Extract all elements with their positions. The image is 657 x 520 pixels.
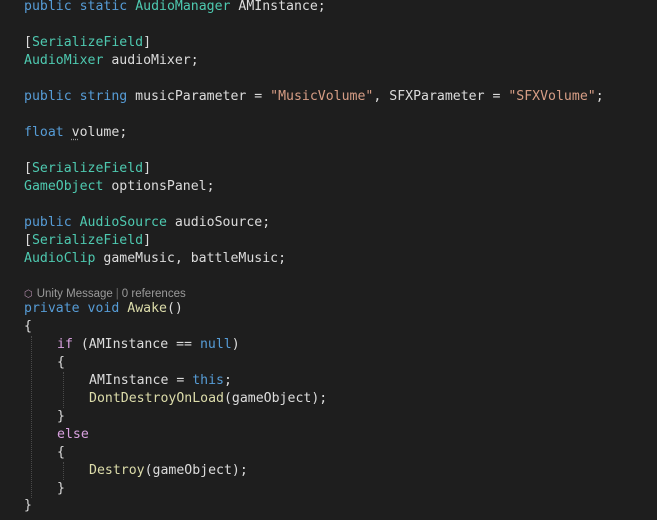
code-line[interactable]: AudioMixer audioMixer; bbox=[24, 52, 199, 70]
unity-message-icon: ⬡ bbox=[24, 289, 33, 300]
suggestion-squiggle[interactable]: v bbox=[72, 125, 80, 140]
keyword: null bbox=[199, 337, 232, 352]
code-editor[interactable]: public static AudioManager AMInstance; [… bbox=[0, 0, 657, 520]
keyword: private bbox=[24, 301, 80, 316]
code-line[interactable]: Destroy(gameObject); bbox=[89, 462, 248, 480]
code-line[interactable]: DontDestroyOnLoad(gameObject); bbox=[89, 390, 327, 408]
method-name: DontDestroyOnLoad bbox=[89, 391, 224, 406]
code-line[interactable]: public AudioSource audioSource; bbox=[24, 214, 270, 232]
indent-guide bbox=[31, 336, 32, 498]
code-line[interactable]: public string musicParameter = "MusicVol… bbox=[24, 88, 604, 106]
keyword: else bbox=[57, 427, 89, 442]
code-line[interactable]: float volume; bbox=[24, 124, 127, 142]
code-line[interactable]: { bbox=[24, 318, 32, 336]
keyword: void bbox=[87, 301, 120, 316]
method-name: Awake bbox=[127, 301, 167, 316]
code-line[interactable]: public static AudioManager AMInstance; bbox=[24, 0, 326, 16]
bracket: [ bbox=[24, 35, 32, 50]
type-name: AudioSource bbox=[79, 215, 167, 230]
punctuation: () bbox=[166, 301, 183, 316]
identifier: audioSource; bbox=[166, 215, 271, 230]
brace: } bbox=[24, 498, 32, 513]
type-name: AudioClip bbox=[24, 251, 96, 266]
punctuation: ; bbox=[595, 89, 604, 104]
code-line[interactable]: [SerializeField] bbox=[24, 160, 151, 178]
code-line[interactable]: AudioClip gameMusic, battleMusic; bbox=[24, 250, 286, 268]
code-line[interactable]: } bbox=[57, 480, 65, 498]
type-name: GameObject bbox=[24, 179, 104, 194]
attribute: SerializeField bbox=[31, 35, 144, 50]
keyword: float bbox=[24, 125, 64, 140]
code-line[interactable]: [SerializeField] bbox=[24, 232, 151, 250]
keyword: string bbox=[79, 89, 128, 104]
identifier: musicParameter = bbox=[127, 89, 271, 104]
brace: { bbox=[57, 445, 65, 460]
brace: { bbox=[57, 355, 65, 370]
identifier: , SFXParameter = bbox=[373, 89, 509, 104]
brace: } bbox=[57, 409, 65, 424]
codelens-references[interactable]: 0 references bbox=[122, 288, 186, 300]
code-line[interactable]: } bbox=[57, 408, 65, 426]
indent-guide bbox=[63, 462, 64, 480]
string-literal: "SFXVolume" bbox=[508, 89, 596, 104]
bracket: ] bbox=[143, 161, 152, 176]
code-line[interactable]: private void Awake() bbox=[24, 300, 183, 318]
codelens-message[interactable]: Unity Message bbox=[37, 288, 113, 300]
bracket: [ bbox=[24, 161, 32, 176]
code-line[interactable]: } bbox=[24, 497, 32, 515]
keyword: static bbox=[79, 0, 128, 14]
code-line[interactable]: GameObject optionsPanel; bbox=[24, 178, 215, 196]
indent-guide bbox=[63, 372, 64, 408]
keyword: this bbox=[192, 373, 224, 388]
code-line[interactable]: if (AMInstance == null) bbox=[57, 336, 240, 354]
identifier: audioMixer; bbox=[103, 53, 199, 68]
bracket: [ bbox=[24, 233, 32, 248]
codelens-separator: | bbox=[115, 288, 119, 300]
keyword: public bbox=[24, 0, 72, 14]
method-name: Destroy bbox=[89, 463, 145, 478]
punctuation: ) bbox=[231, 337, 240, 352]
attribute: SerializeField bbox=[31, 161, 144, 176]
expression: (gameObject); bbox=[144, 463, 248, 478]
attribute: SerializeField bbox=[31, 233, 144, 248]
code-line[interactable]: AMInstance = this; bbox=[89, 372, 232, 390]
expression: AMInstance = bbox=[89, 373, 193, 388]
punctuation: ; bbox=[223, 373, 232, 388]
expression: (gameObject); bbox=[223, 391, 328, 406]
code-line[interactable]: [SerializeField] bbox=[24, 34, 151, 52]
brace: } bbox=[57, 481, 65, 496]
code-line[interactable]: { bbox=[57, 354, 65, 372]
keyword: public bbox=[24, 89, 72, 104]
code-line[interactable]: { bbox=[57, 444, 65, 462]
expression: (AMInstance == bbox=[72, 337, 200, 352]
keyword: if bbox=[57, 337, 73, 352]
identifier: optionsPanel; bbox=[103, 179, 215, 194]
identifier: olume bbox=[79, 125, 120, 140]
brace: { bbox=[24, 319, 32, 334]
type-name: AudioManager bbox=[135, 0, 231, 14]
punctuation: ; bbox=[119, 125, 128, 140]
identifier: AMInstance; bbox=[230, 0, 326, 14]
type-name: AudioMixer bbox=[24, 53, 104, 68]
bracket: ] bbox=[143, 233, 152, 248]
identifier: gameMusic, battleMusic; bbox=[95, 251, 287, 266]
keyword: public bbox=[24, 215, 72, 230]
bracket: ] bbox=[143, 35, 152, 50]
codelens[interactable]: ⬡ Unity Message | 0 references bbox=[24, 287, 186, 301]
code-line[interactable]: else bbox=[57, 426, 89, 444]
string-literal: "MusicVolume" bbox=[270, 89, 374, 104]
